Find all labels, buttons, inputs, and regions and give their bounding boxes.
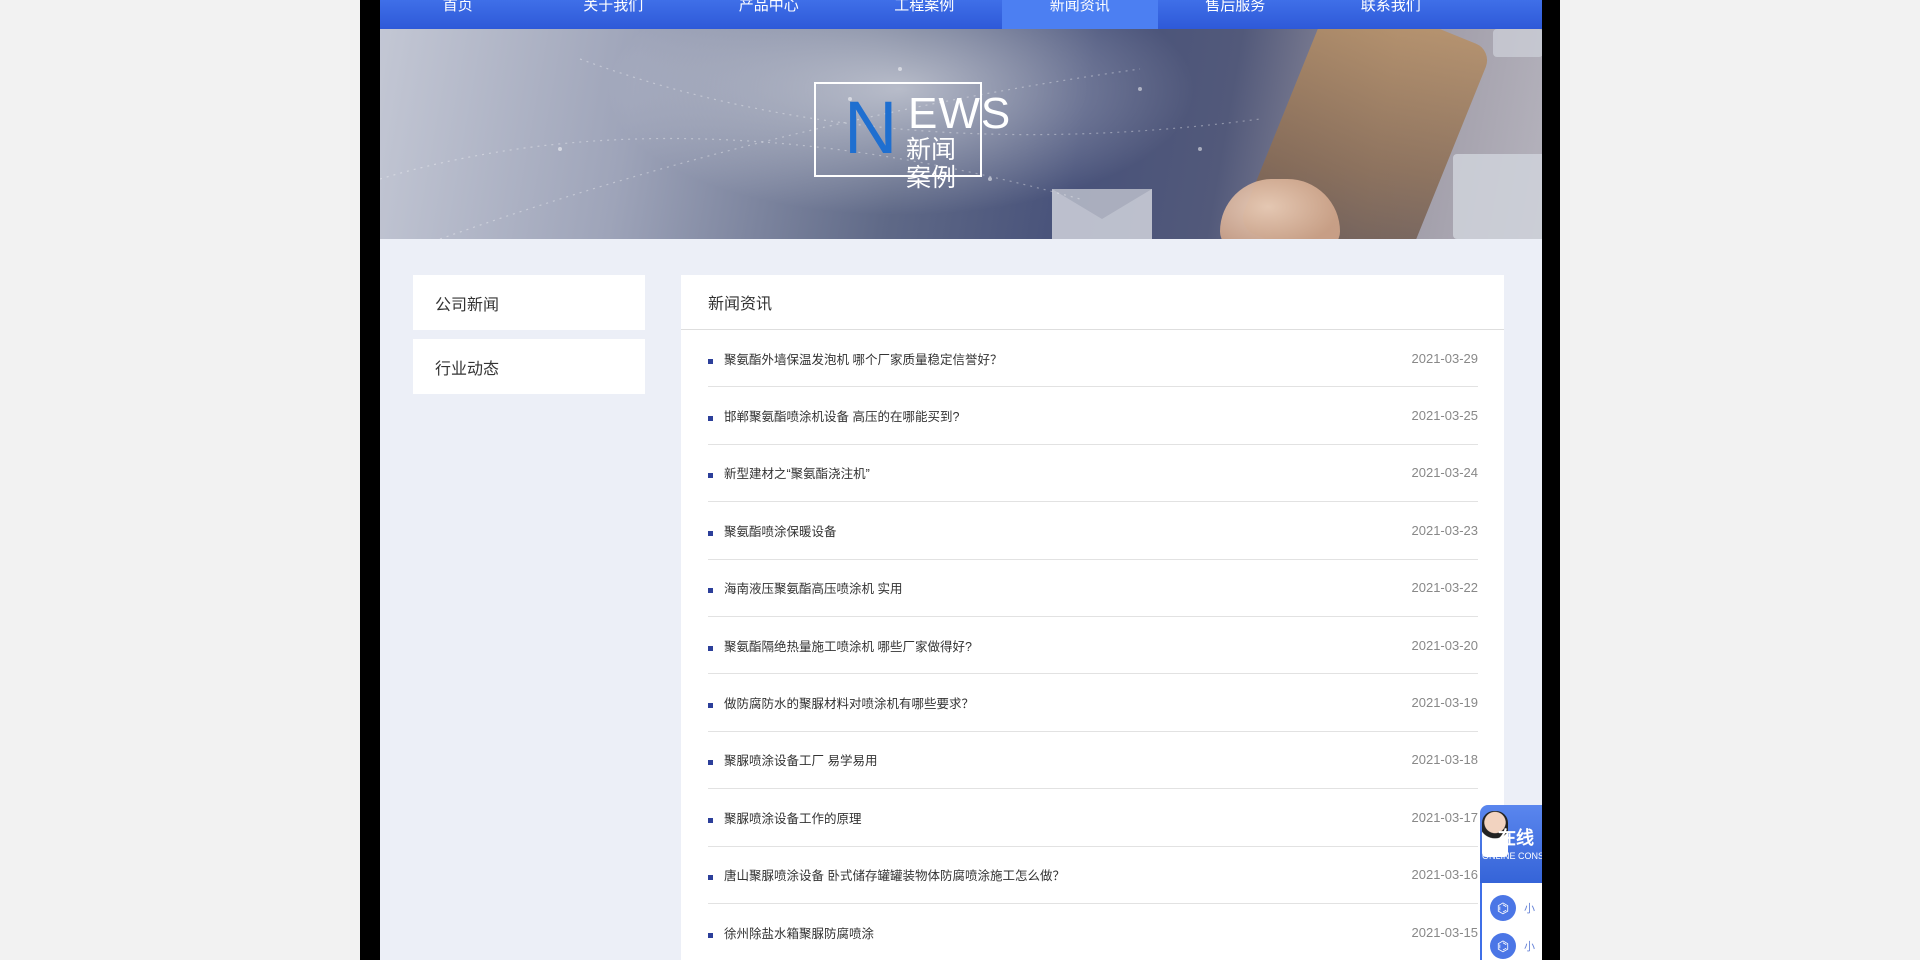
- panel-title: 新闻资讯: [681, 275, 1504, 330]
- bullet-icon: [708, 703, 713, 709]
- news-row[interactable]: 聚氨酯外墙保温发泡机 哪个厂家质量稳定信誉好？ 2021-03-29: [708, 330, 1479, 388]
- main-nav: 首页 关于我们 产品中心 工程案例 新闻资讯 售后服务 联系我们: [380, 0, 1542, 29]
- bullet-icon: [708, 473, 713, 479]
- sidebar-item-label: 行业动态: [435, 360, 500, 378]
- news-title-link[interactable]: 海南液压聚氨酯高压喷涂机 实用: [724, 578, 1412, 597]
- news-row[interactable]: 聚氨酯喷涂保暖设备 2021-03-23: [708, 502, 1479, 560]
- bullet-icon: [708, 817, 713, 823]
- news-title-link[interactable]: 做防腐防水的聚脲材料对喷涂机有哪些要求？: [724, 693, 1412, 712]
- nav-item-1[interactable]: 关于我们: [536, 0, 692, 29]
- nav-item-6[interactable]: 联系我们: [1313, 0, 1469, 29]
- news-row[interactable]: 邯郸聚氨酯喷涂机设备 高压的在哪能买到? 2021-03-25: [708, 387, 1479, 445]
- news-logo: N EWS 新闻案例: [814, 82, 1010, 192]
- bullet-icon: [708, 645, 713, 651]
- news-date: 2021-03-17: [1411, 809, 1479, 825]
- news-row[interactable]: 聚脲喷涂设备工作的原理 2021-03-17: [708, 789, 1479, 847]
- nav-item-3[interactable]: 工程案例: [847, 0, 1003, 29]
- news-title-link[interactable]: 邯郸聚氨酯喷涂机设备 高压的在哪能买到?: [724, 406, 1412, 425]
- nav-item-0[interactable]: 首页: [380, 0, 536, 29]
- agent-name: 小: [1524, 903, 1535, 915]
- news-title-link[interactable]: 徐州除盐水箱聚脲防腐喷涂: [724, 923, 1412, 942]
- news-title-link[interactable]: 新型建材之“聚氨酯浇注机”: [724, 463, 1412, 482]
- news-date: 2021-03-24: [1411, 465, 1479, 481]
- bullet-icon: [708, 588, 713, 594]
- agent-name: 小: [1524, 941, 1535, 953]
- news-panel: 新闻资讯 聚氨酯外墙保温发泡机 哪个厂家质量稳定信誉好？ 2021-03-29 邯郸…: [681, 275, 1504, 960]
- bullet-icon: [708, 875, 713, 881]
- sidebar-item-company-news[interactable]: 公司新闻: [413, 275, 645, 330]
- news-date: 2021-03-19: [1411, 695, 1479, 711]
- consult-agent-2[interactable]: ⌬ 小: [1490, 931, 1542, 960]
- logo-rest: EWS: [908, 89, 1012, 138]
- news-title-link[interactable]: 聚氨酯喷涂保暖设备: [724, 521, 1412, 540]
- bullet-icon: [708, 416, 713, 422]
- panel-title-text: 新闻资讯: [708, 296, 773, 313]
- news-row[interactable]: 唐山聚脲喷涂设备 卧式储存罐罐装物体防腐喷涂施工怎么做？ 2021-03-16: [708, 847, 1478, 904]
- news-title-link[interactable]: 聚脲喷涂设备工作的原理: [724, 808, 1412, 827]
- chat-icon: ⌬: [1490, 895, 1516, 921]
- news-title-link[interactable]: 聚氨酯外墙保温发泡机 哪个厂家质量稳定信誉好？: [724, 349, 1412, 368]
- news-date: 2021-03-20: [1411, 637, 1479, 653]
- bullet-icon: [708, 530, 713, 536]
- consult-agent-1[interactable]: ⌬ 小: [1490, 893, 1542, 923]
- chat-icon: ⌬: [1490, 933, 1516, 959]
- nav-item-2[interactable]: 产品中心: [691, 0, 847, 29]
- left-frame-band: [360, 0, 380, 960]
- sidebar-item-industry-news[interactable]: 行业动态: [413, 339, 645, 394]
- news-row[interactable]: 做防腐防水的聚脲材料对喷涂机有哪些要求？ 2021-03-19: [708, 674, 1479, 732]
- page: 首页 关于我们 产品中心 工程案例 新闻资讯 售后服务 联系我们 N EWS 新…: [380, 0, 1542, 960]
- bullet-icon: [708, 932, 713, 938]
- logo-letter: N: [844, 86, 898, 169]
- news-row[interactable]: 聚氨酯隔绝热量施工喷涂机 哪些厂家做得好? 2021-03-20: [708, 617, 1479, 675]
- news-banner: N EWS 新闻案例: [380, 29, 1542, 239]
- news-date: 2021-03-23: [1411, 522, 1479, 538]
- news-date: 2021-03-29: [1411, 350, 1479, 366]
- news-list: 聚氨酯外墙保温发泡机 哪个厂家质量稳定信誉好？ 2021-03-29 邯郸聚氨酯喷涂…: [708, 330, 1478, 960]
- consult-title: 在线: [1498, 828, 1534, 848]
- nav-item-5[interactable]: 售后服务: [1158, 0, 1314, 29]
- news-row[interactable]: 新型建材之“聚氨酯浇注机” 2021-03-24: [708, 445, 1479, 503]
- news-date: 2021-03-18: [1411, 752, 1479, 768]
- news-row[interactable]: 聚脲喷涂设备工厂 易学易用 2021-03-18: [708, 732, 1479, 790]
- news-date: 2021-03-25: [1411, 408, 1479, 424]
- news-date: 2021-03-22: [1411, 580, 1479, 596]
- bullet-icon: [708, 760, 713, 766]
- news-row[interactable]: 徐州除盐水箱聚脲防腐喷涂 2021-03-15: [708, 904, 1478, 960]
- news-date: 2021-03-15: [1411, 924, 1479, 940]
- right-frame-band: [1542, 0, 1560, 960]
- news-title-link[interactable]: 聚脲喷涂设备工厂 易学易用: [724, 750, 1412, 769]
- logo-cn-title: 新闻案例: [906, 136, 957, 192]
- nav-item-4[interactable]: 新闻资讯: [1002, 0, 1158, 29]
- online-consult-widget[interactable]: 在线 ONLINE CONSU ⌬ 小 ⌬ 小: [1480, 805, 1542, 960]
- bullet-icon: [708, 358, 713, 364]
- sidebar-item-label: 公司新闻: [435, 296, 500, 314]
- news-row[interactable]: 海南液压聚氨酯高压喷涂机 实用 2021-03-22: [708, 560, 1478, 617]
- consult-header[interactable]: 在线 ONLINE CONSU: [1480, 805, 1542, 883]
- news-title-link[interactable]: 唐山聚脲喷涂设备 卧式储存罐罐装物体防腐喷涂施工怎么做？: [724, 865, 1412, 884]
- consult-body: ⌬ 小 ⌬ 小: [1480, 883, 1542, 960]
- news-date: 2021-03-16: [1411, 867, 1479, 883]
- consult-subtitle: ONLINE CONSU: [1482, 851, 1542, 861]
- news-title-link[interactable]: 聚氨酯隔绝热量施工喷涂机 哪些厂家做得好?: [724, 636, 1412, 655]
